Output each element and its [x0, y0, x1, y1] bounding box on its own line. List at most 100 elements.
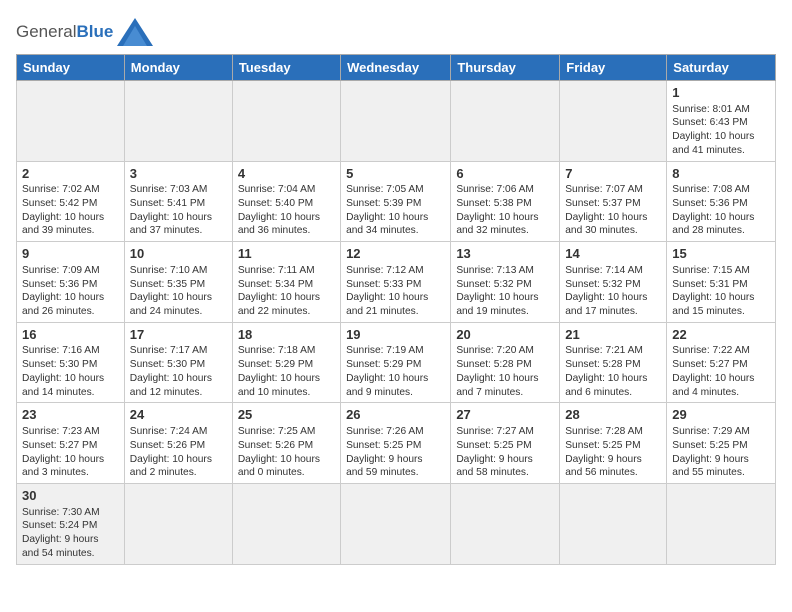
calendar-week-1: 1Sunrise: 8:01 AM Sunset: 6:43 PM Daylig… [17, 81, 776, 162]
day-number: 25 [238, 406, 335, 424]
calendar-cell [124, 81, 232, 162]
calendar-header-row: SundayMondayTuesdayWednesdayThursdayFrid… [17, 55, 776, 81]
day-number: 24 [130, 406, 227, 424]
day-info: Sunrise: 7:27 AM Sunset: 5:25 PM Dayligh… [456, 425, 554, 480]
day-number: 14 [565, 245, 661, 263]
calendar-cell: 23Sunrise: 7:23 AM Sunset: 5:27 PM Dayli… [17, 403, 125, 484]
day-number: 22 [672, 326, 770, 344]
calendar-page: GeneralBlue SundayMondayTuesdayWednesday… [0, 0, 792, 581]
day-info: Sunrise: 7:23 AM Sunset: 5:27 PM Dayligh… [22, 425, 119, 480]
calendar-week-2: 2Sunrise: 7:02 AM Sunset: 5:42 PM Daylig… [17, 161, 776, 242]
day-info: Sunrise: 7:08 AM Sunset: 5:36 PM Dayligh… [672, 183, 770, 238]
calendar-cell: 10Sunrise: 7:10 AM Sunset: 5:35 PM Dayli… [124, 242, 232, 323]
day-info: Sunrise: 7:17 AM Sunset: 5:30 PM Dayligh… [130, 344, 227, 399]
calendar-cell: 9Sunrise: 7:09 AM Sunset: 5:36 PM Daylig… [17, 242, 125, 323]
day-info: Sunrise: 7:05 AM Sunset: 5:39 PM Dayligh… [346, 183, 445, 238]
calendar-cell: 30Sunrise: 7:30 AM Sunset: 5:24 PM Dayli… [17, 484, 125, 565]
calendar-cell: 7Sunrise: 7:07 AM Sunset: 5:37 PM Daylig… [560, 161, 667, 242]
day-number: 13 [456, 245, 554, 263]
day-info: Sunrise: 7:15 AM Sunset: 5:31 PM Dayligh… [672, 264, 770, 319]
col-header-wednesday: Wednesday [341, 55, 451, 81]
calendar-cell [124, 484, 232, 565]
day-number: 28 [565, 406, 661, 424]
day-number: 2 [22, 165, 119, 183]
col-header-thursday: Thursday [451, 55, 560, 81]
calendar-cell [667, 484, 776, 565]
day-number: 19 [346, 326, 445, 344]
day-info: Sunrise: 7:02 AM Sunset: 5:42 PM Dayligh… [22, 183, 119, 238]
calendar-table: SundayMondayTuesdayWednesdayThursdayFrid… [16, 54, 776, 565]
day-info: Sunrise: 7:11 AM Sunset: 5:34 PM Dayligh… [238, 264, 335, 319]
calendar-cell: 4Sunrise: 7:04 AM Sunset: 5:40 PM Daylig… [232, 161, 340, 242]
day-number: 11 [238, 245, 335, 263]
col-header-tuesday: Tuesday [232, 55, 340, 81]
calendar-cell [560, 81, 667, 162]
day-info: Sunrise: 7:18 AM Sunset: 5:29 PM Dayligh… [238, 344, 335, 399]
day-info: Sunrise: 7:04 AM Sunset: 5:40 PM Dayligh… [238, 183, 335, 238]
calendar-week-4: 16Sunrise: 7:16 AM Sunset: 5:30 PM Dayli… [17, 322, 776, 403]
day-number: 17 [130, 326, 227, 344]
calendar-cell: 20Sunrise: 7:20 AM Sunset: 5:28 PM Dayli… [451, 322, 560, 403]
calendar-cell: 13Sunrise: 7:13 AM Sunset: 5:32 PM Dayli… [451, 242, 560, 323]
day-info: Sunrise: 7:10 AM Sunset: 5:35 PM Dayligh… [130, 264, 227, 319]
day-number: 6 [456, 165, 554, 183]
page-header: GeneralBlue [16, 10, 776, 46]
day-info: Sunrise: 7:09 AM Sunset: 5:36 PM Dayligh… [22, 264, 119, 319]
calendar-cell: 28Sunrise: 7:28 AM Sunset: 5:25 PM Dayli… [560, 403, 667, 484]
day-info: Sunrise: 7:12 AM Sunset: 5:33 PM Dayligh… [346, 264, 445, 319]
day-number: 3 [130, 165, 227, 183]
day-number: 27 [456, 406, 554, 424]
calendar-cell [17, 81, 125, 162]
day-info: Sunrise: 7:06 AM Sunset: 5:38 PM Dayligh… [456, 183, 554, 238]
day-number: 16 [22, 326, 119, 344]
calendar-week-6: 30Sunrise: 7:30 AM Sunset: 5:24 PM Dayli… [17, 484, 776, 565]
calendar-cell: 27Sunrise: 7:27 AM Sunset: 5:25 PM Dayli… [451, 403, 560, 484]
col-header-sunday: Sunday [17, 55, 125, 81]
day-info: Sunrise: 7:30 AM Sunset: 5:24 PM Dayligh… [22, 506, 119, 561]
calendar-cell [451, 484, 560, 565]
day-number: 1 [672, 84, 770, 102]
calendar-cell: 3Sunrise: 7:03 AM Sunset: 5:41 PM Daylig… [124, 161, 232, 242]
calendar-cell: 5Sunrise: 7:05 AM Sunset: 5:39 PM Daylig… [341, 161, 451, 242]
day-info: Sunrise: 7:03 AM Sunset: 5:41 PM Dayligh… [130, 183, 227, 238]
calendar-cell [232, 484, 340, 565]
logo: GeneralBlue [16, 18, 153, 46]
day-info: Sunrise: 7:26 AM Sunset: 5:25 PM Dayligh… [346, 425, 445, 480]
calendar-cell [232, 81, 340, 162]
day-info: Sunrise: 7:14 AM Sunset: 5:32 PM Dayligh… [565, 264, 661, 319]
day-info: Sunrise: 7:22 AM Sunset: 5:27 PM Dayligh… [672, 344, 770, 399]
calendar-cell: 21Sunrise: 7:21 AM Sunset: 5:28 PM Dayli… [560, 322, 667, 403]
col-header-monday: Monday [124, 55, 232, 81]
col-header-friday: Friday [560, 55, 667, 81]
calendar-cell: 18Sunrise: 7:18 AM Sunset: 5:29 PM Dayli… [232, 322, 340, 403]
calendar-cell [341, 484, 451, 565]
calendar-cell: 26Sunrise: 7:26 AM Sunset: 5:25 PM Dayli… [341, 403, 451, 484]
calendar-cell: 16Sunrise: 7:16 AM Sunset: 5:30 PM Dayli… [17, 322, 125, 403]
day-info: Sunrise: 7:20 AM Sunset: 5:28 PM Dayligh… [456, 344, 554, 399]
day-number: 8 [672, 165, 770, 183]
day-info: Sunrise: 7:13 AM Sunset: 5:32 PM Dayligh… [456, 264, 554, 319]
day-info: Sunrise: 7:19 AM Sunset: 5:29 PM Dayligh… [346, 344, 445, 399]
calendar-cell: 2Sunrise: 7:02 AM Sunset: 5:42 PM Daylig… [17, 161, 125, 242]
calendar-cell: 17Sunrise: 7:17 AM Sunset: 5:30 PM Dayli… [124, 322, 232, 403]
calendar-cell: 1Sunrise: 8:01 AM Sunset: 6:43 PM Daylig… [667, 81, 776, 162]
calendar-week-3: 9Sunrise: 7:09 AM Sunset: 5:36 PM Daylig… [17, 242, 776, 323]
day-number: 5 [346, 165, 445, 183]
calendar-cell: 15Sunrise: 7:15 AM Sunset: 5:31 PM Dayli… [667, 242, 776, 323]
calendar-cell: 24Sunrise: 7:24 AM Sunset: 5:26 PM Dayli… [124, 403, 232, 484]
day-info: Sunrise: 7:25 AM Sunset: 5:26 PM Dayligh… [238, 425, 335, 480]
calendar-week-5: 23Sunrise: 7:23 AM Sunset: 5:27 PM Dayli… [17, 403, 776, 484]
day-number: 7 [565, 165, 661, 183]
calendar-cell: 12Sunrise: 7:12 AM Sunset: 5:33 PM Dayli… [341, 242, 451, 323]
day-info: Sunrise: 8:01 AM Sunset: 6:43 PM Dayligh… [672, 103, 770, 158]
calendar-cell: 29Sunrise: 7:29 AM Sunset: 5:25 PM Dayli… [667, 403, 776, 484]
day-number: 21 [565, 326, 661, 344]
day-number: 10 [130, 245, 227, 263]
calendar-cell [451, 81, 560, 162]
day-number: 4 [238, 165, 335, 183]
calendar-cell: 22Sunrise: 7:22 AM Sunset: 5:27 PM Dayli… [667, 322, 776, 403]
calendar-cell: 14Sunrise: 7:14 AM Sunset: 5:32 PM Dayli… [560, 242, 667, 323]
calendar-cell: 6Sunrise: 7:06 AM Sunset: 5:38 PM Daylig… [451, 161, 560, 242]
logo-icon [117, 18, 153, 46]
calendar-cell: 8Sunrise: 7:08 AM Sunset: 5:36 PM Daylig… [667, 161, 776, 242]
